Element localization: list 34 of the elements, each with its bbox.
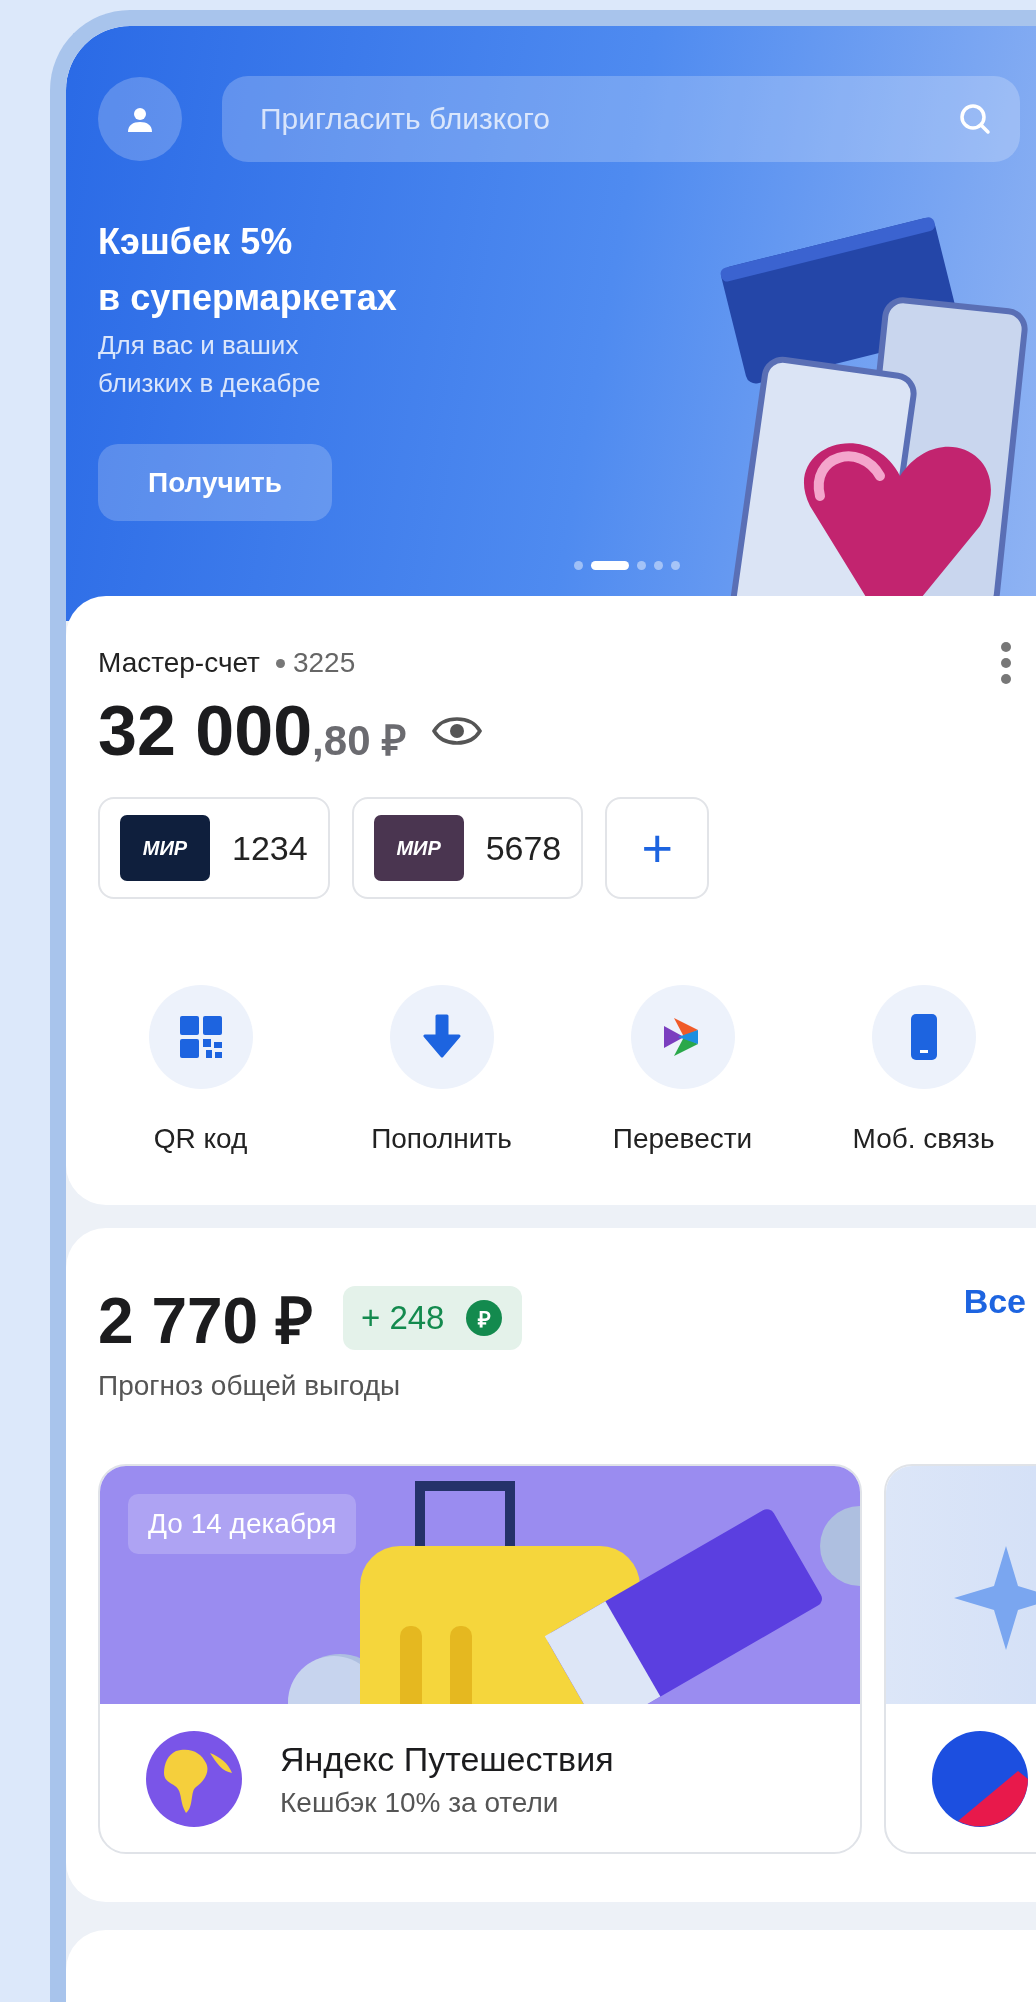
balance-amount: 32 000 [98, 691, 313, 771]
add-card-button[interactable]: + [605, 797, 710, 899]
eye-icon[interactable] [432, 716, 483, 746]
balance-fraction: ,80 ₽ [312, 716, 407, 766]
promo-subtitle: Для вас и ваших близких в декабре [98, 329, 322, 400]
bank-card-icon: МИР [120, 815, 210, 881]
pager-dot[interactable] [654, 561, 663, 570]
bank-card-icon: МИР [373, 815, 464, 881]
benefit-caption: Прогноз общей выгоды [98, 1370, 402, 1402]
account-name: Мастер-счет [98, 646, 260, 680]
bullet-icon [275, 658, 285, 668]
action-label[interactable]: Моб. связь [852, 1123, 995, 1155]
see-all-link[interactable]: Все [963, 1282, 1026, 1321]
pager-dot[interactable] [574, 561, 583, 570]
card-chip[interactable]: МИР 1234 [98, 797, 330, 899]
account-number: 3225 [292, 646, 356, 680]
promo-title: Кэшбек 5% в супермаркетах [98, 220, 397, 320]
person-icon [126, 105, 154, 133]
pager-dot[interactable] [671, 561, 680, 570]
action-label[interactable]: Пополнить [371, 1123, 512, 1155]
more-options-icon[interactable] [1000, 641, 1012, 685]
deadline-label: До 14 декабря [128, 1494, 357, 1554]
promo-card[interactable]: До 14 декабря Яндекс Путешествия Кешбэк 10% за отели [98, 1464, 862, 1854]
globe-logo-icon [146, 1731, 242, 1827]
pager-dot[interactable] [637, 561, 646, 570]
brand-logo-icon [932, 1731, 1028, 1827]
cashback-offer: Кешбэк 10% за отели [280, 1786, 560, 1819]
card-chip[interactable]: МИР 5678 [351, 797, 584, 899]
benefit-amount: 2 770 ₽ [98, 1283, 313, 1359]
action-label[interactable]: QR код [153, 1123, 248, 1155]
ruble-coin-icon: ₽ [466, 1300, 503, 1336]
action-label[interactable]: Перевести [612, 1123, 753, 1155]
bonus-amount: + 248 [360, 1299, 445, 1337]
partner-name: Яндекс Путешествия [280, 1739, 614, 1779]
